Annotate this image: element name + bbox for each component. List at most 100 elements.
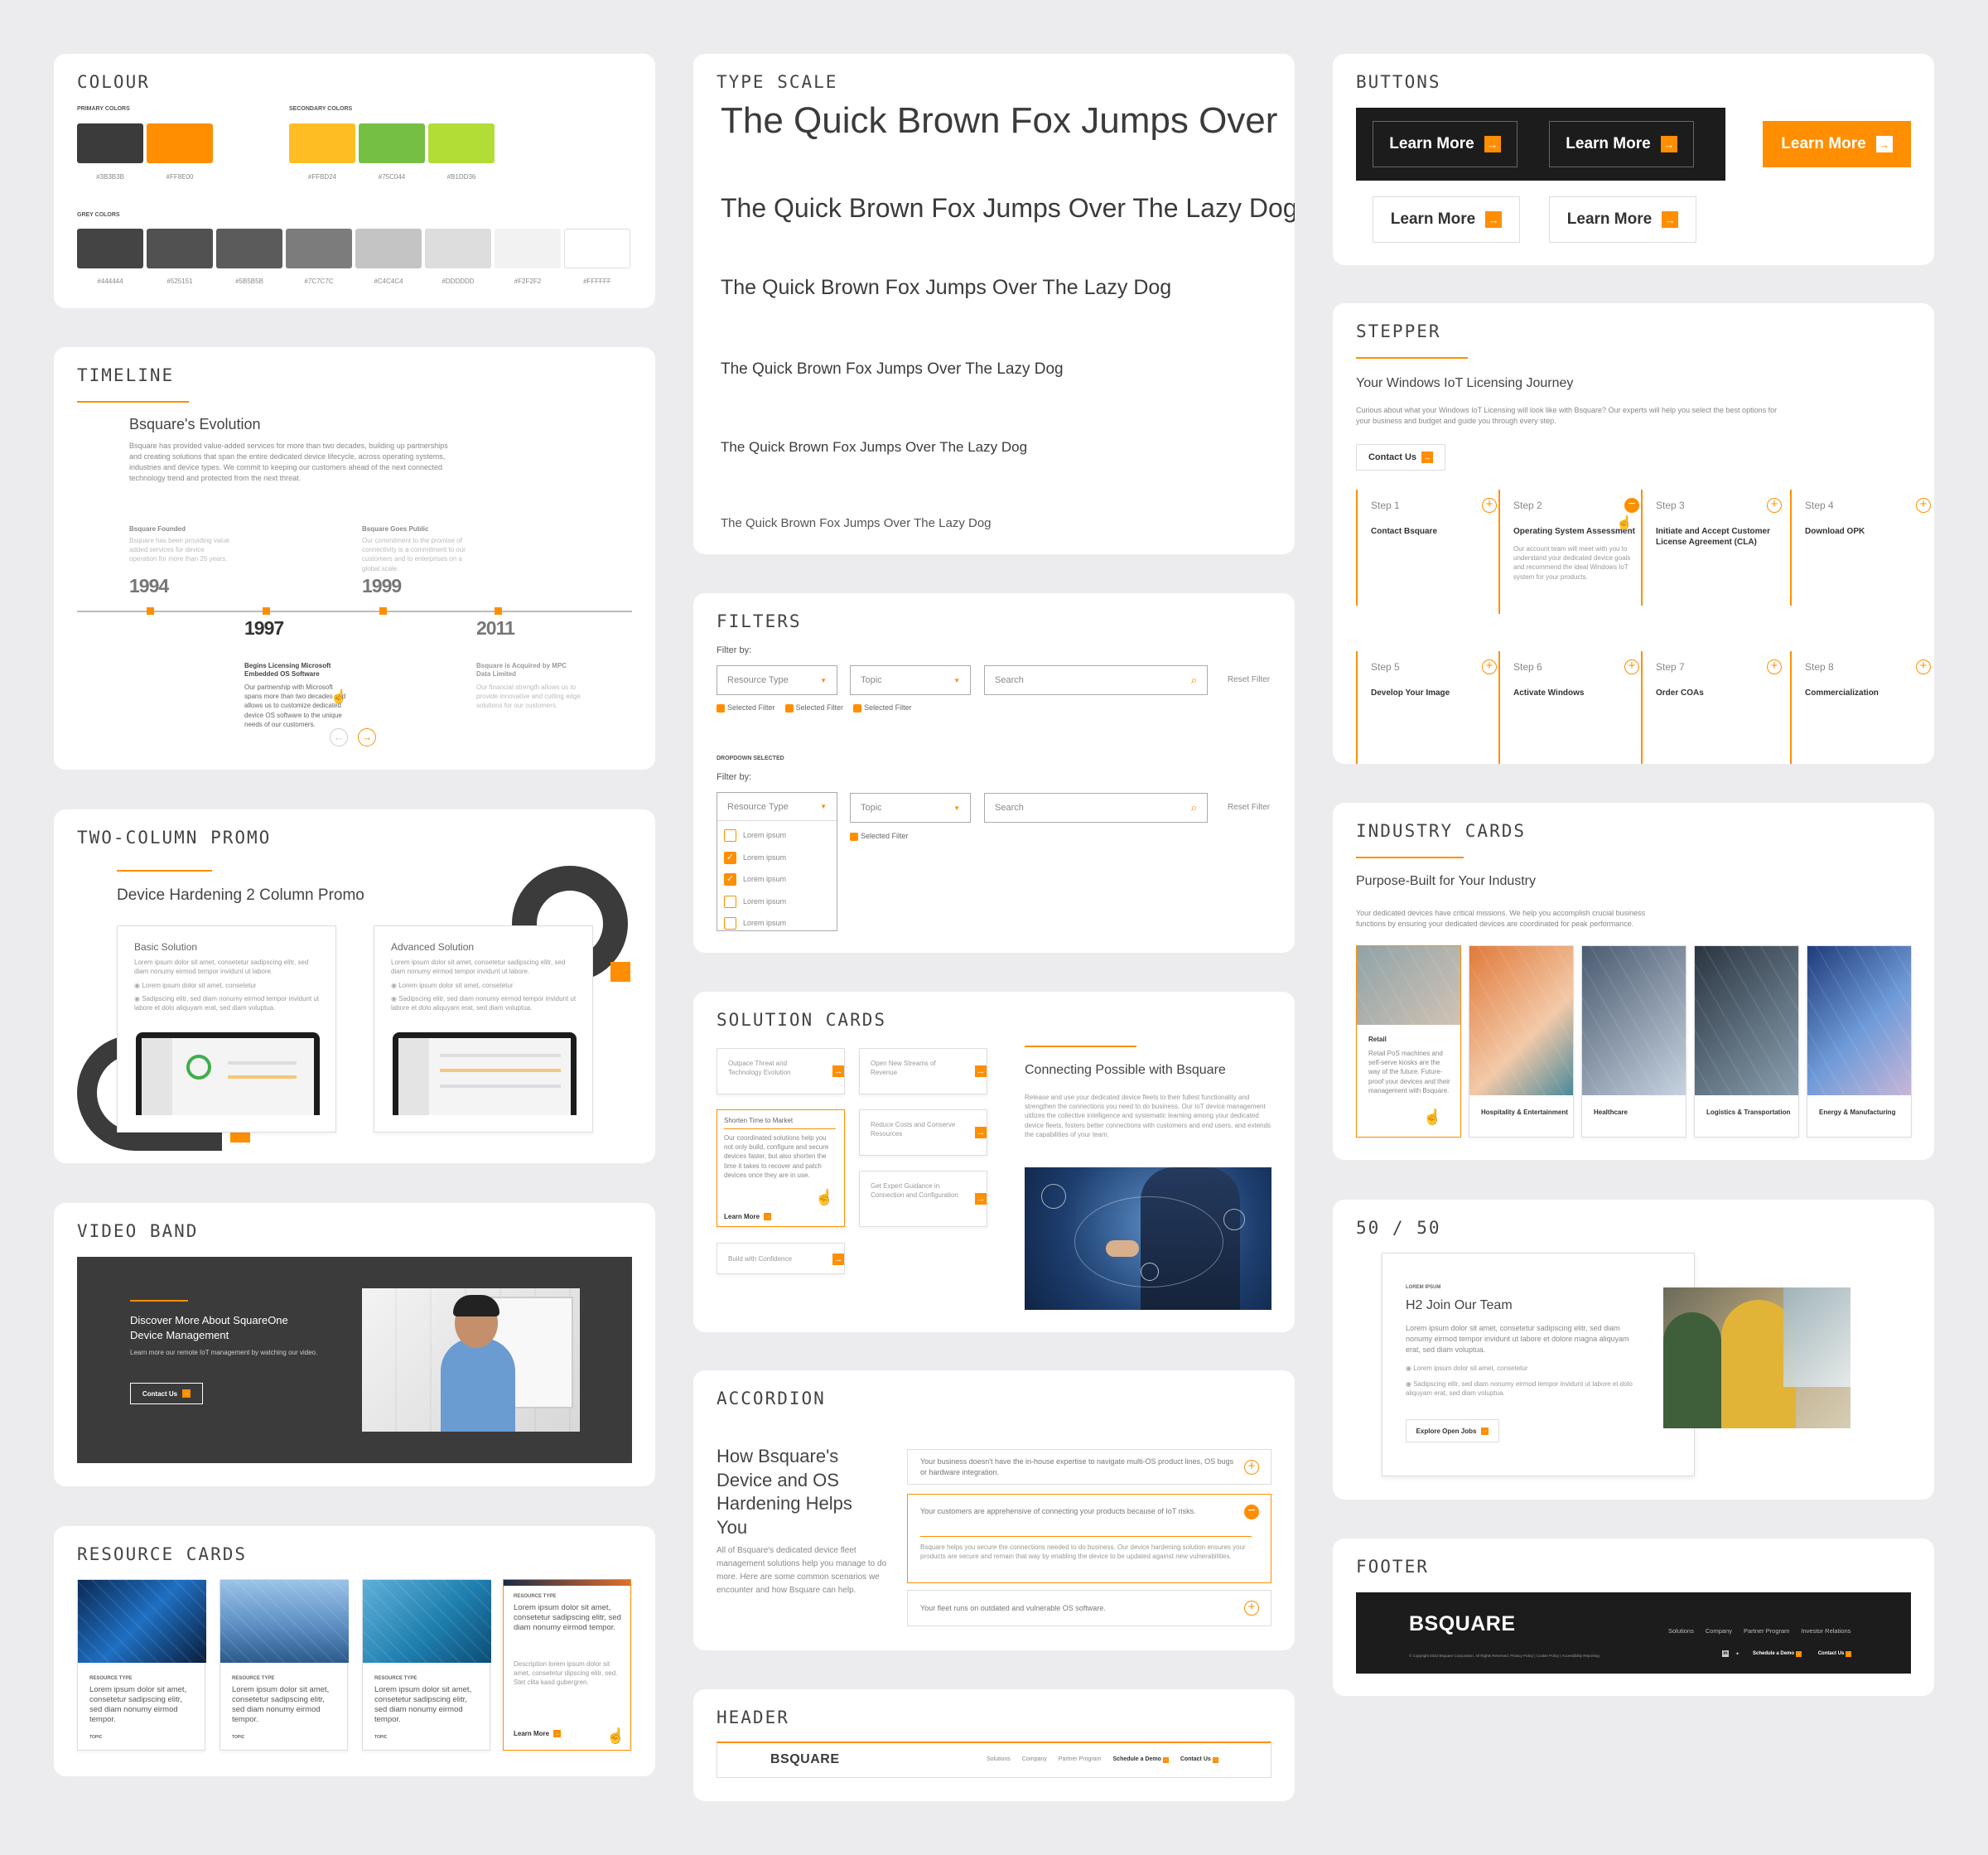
learn-more-button-light-hover[interactable]: Learn More →: [1549, 196, 1696, 243]
prev-arrow-icon[interactable]: ←: [330, 728, 348, 746]
next-arrow-icon[interactable]: →: [358, 728, 376, 746]
search-input[interactable]: Search ⌕: [984, 793, 1208, 823]
industry-card[interactable]: Logistics & Transportation: [1694, 945, 1799, 1138]
solution-card[interactable]: Reduce Costs and Conserve Resources →: [859, 1109, 987, 1156]
reset-filter-link[interactable]: Reset Filter: [1228, 675, 1270, 684]
industry-image: [1582, 946, 1686, 1095]
nav-link[interactable]: Solutions: [987, 1756, 1011, 1763]
video-thumbnail[interactable]: [362, 1288, 580, 1432]
stepper-text: Curious about what your Windows IoT Lice…: [1356, 406, 1778, 426]
dropdown-option[interactable]: Lorem ipsum: [724, 824, 830, 847]
reset-filter-link[interactable]: Reset Filter: [1228, 803, 1270, 812]
resource-type-dropdown[interactable]: Resource Type ▼: [717, 665, 837, 695]
accordion-item[interactable]: Your fleet runs on outdated and vulnerab…: [907, 1590, 1271, 1626]
resource-card[interactable]: RESOURCE TYPE Lorem ipsum dolor sit amet…: [77, 1579, 206, 1751]
arrow-icon: →: [1481, 1427, 1489, 1435]
schedule-demo-link[interactable]: Schedule a Demo →: [1113, 1756, 1169, 1763]
dropdown-option[interactable]: ✓ Lorem ipsum: [724, 847, 830, 869]
stepper-step[interactable]: Step 3 Initiate and Accept Customer Lice…: [1641, 490, 1782, 606]
timeline-marker[interactable]: [495, 607, 502, 615]
selected-filter-chip[interactable]: Selected Filter: [850, 832, 909, 841]
section-title: HEADER: [717, 1708, 789, 1727]
chip-label: Selected Filter: [727, 703, 775, 712]
learn-more-button-dark[interactable]: Learn More →: [1549, 121, 1694, 167]
stepper-step[interactable]: Step 7 Order COAs +: [1641, 651, 1782, 764]
industry-card[interactable]: Retail Retail PoS machines and self-serv…: [1356, 945, 1461, 1138]
nav-link[interactable]: Company: [1706, 1627, 1732, 1635]
solution-card[interactable]: Open New Streams of Revenue →: [859, 1048, 987, 1094]
colour-card: COLOUR PRIMARY COLORS SECONDARY COLORS G…: [54, 54, 655, 308]
resource-card[interactable]: RESOURCE TYPE Lorem ipsum dolor sit amet…: [362, 1579, 491, 1751]
timeline-intro: Bsquare has provided value-added service…: [129, 442, 448, 483]
type-sample-6: The Quick Brown Fox Jumps Over The Lazy …: [721, 516, 992, 530]
stepper-step[interactable]: Step 2 Operating System Assessment Our a…: [1498, 490, 1639, 614]
solution-card[interactable]: Get Expert Guidance in Connection and Co…: [859, 1171, 987, 1227]
learn-more-link[interactable]: Learn More →: [724, 1213, 772, 1220]
solution-card[interactable]: Outpace Threat and Technology Evolution →: [717, 1048, 845, 1094]
search-input[interactable]: Search ⌕: [984, 665, 1208, 695]
search-icon: ⌕: [1190, 674, 1197, 686]
color-swatch: [77, 123, 143, 163]
resource-card[interactable]: RESOURCE TYPE Lorem ipsum dolor sit amet…: [220, 1579, 349, 1751]
learn-more-button-dark-hover[interactable]: Learn More →: [1373, 121, 1518, 167]
arrow-icon: →: [1795, 1650, 1802, 1657]
stepper-step[interactable]: Step 5 Develop Your Image +: [1356, 651, 1497, 764]
learn-more-link[interactable]: Learn More →: [514, 1730, 562, 1737]
linkedin-icon[interactable]: in: [1722, 1650, 1729, 1657]
industry-card[interactable]: Energy & Manufacturing: [1807, 945, 1912, 1138]
schedule-demo-link[interactable]: Schedule a Demo →: [1753, 1650, 1802, 1657]
twitter-icon[interactable]: ✦: [1735, 1651, 1740, 1657]
contact-link[interactable]: Contact Us →: [1818, 1650, 1852, 1657]
arrow-icon: →: [832, 1254, 844, 1265]
resource-topic: TOPIC: [89, 1735, 103, 1740]
logo[interactable]: BSQUARE: [770, 1752, 840, 1767]
nav-link[interactable]: Investor Relations: [1801, 1627, 1850, 1635]
topic-dropdown[interactable]: Topic ▼: [850, 665, 971, 695]
nav-link[interactable]: Solutions: [1668, 1627, 1694, 1635]
industry-card[interactable]: Healthcare: [1581, 945, 1686, 1138]
dropdown-option[interactable]: ✓ Lorem ipsum: [724, 868, 830, 891]
accordion-item-open[interactable]: Your customers are apprehensive of conne…: [907, 1494, 1271, 1583]
nav-link[interactable]: Company: [1022, 1756, 1047, 1763]
topic-dropdown[interactable]: Topic ▼: [850, 793, 971, 823]
promo-column-title: Advanced Solution: [391, 941, 475, 953]
stepper-step[interactable]: Step 8 Commercialization +: [1790, 651, 1931, 764]
stepper-step[interactable]: Step 4 Download OPK +: [1790, 490, 1931, 606]
contact-us-button[interactable]: Contact Us →: [1356, 444, 1445, 471]
buttons-card: BUTTONS Learn More → Learn More → Learn Mo…: [1333, 54, 1934, 265]
contact-us-button[interactable]: Contact Us →: [130, 1383, 203, 1404]
accordion-item[interactable]: Your business doesn't have the in-house …: [907, 1449, 1271, 1485]
timeline-marker[interactable]: [147, 607, 154, 615]
resource-card-hover[interactable]: RESOURCE TYPE Lorem ipsum dolor sit amet…: [503, 1579, 631, 1751]
solution-card-label: Shorten Time to Market: [724, 1117, 794, 1124]
resource-type-dropdown-open[interactable]: Resource Type ▼ Lorem ipsum ✓ Lorem ipsum …: [717, 792, 837, 931]
solution-text: Release and use your dedicated device fl…: [1025, 1094, 1271, 1138]
timeline-marker[interactable]: [263, 607, 270, 615]
arrow-icon: →: [182, 1389, 191, 1398]
nav-link[interactable]: Partner Program: [1744, 1627, 1789, 1635]
step-desc: Our account team will meet with you to u…: [1513, 545, 1631, 581]
eyebrow: LOREM IPSUM: [1406, 1285, 1441, 1290]
contact-link[interactable]: Contact Us →: [1180, 1756, 1218, 1763]
nav-link[interactable]: Partner Program: [1059, 1756, 1102, 1763]
learn-more-button-light[interactable]: Learn More →: [1373, 196, 1520, 243]
industry-card[interactable]: Hospitality & Entertainment: [1469, 945, 1574, 1138]
dropdown-option[interactable]: Lorem ipsum: [724, 912, 830, 935]
industry-heading: Purpose-Built for Your Industry: [1356, 874, 1537, 888]
learn-more-button-primary[interactable]: Learn More →: [1763, 121, 1911, 167]
timeline-marker[interactable]: [379, 607, 387, 615]
logo[interactable]: BSQUARE: [1409, 1612, 1516, 1636]
section-title: SOLUTION CARDS: [717, 1010, 887, 1030]
selected-filter-chip[interactable]: Selected Filter: [784, 703, 843, 713]
stepper-step[interactable]: Step 1 Contact Bsquare +: [1356, 490, 1497, 606]
solution-card[interactable]: Build with Confidence →: [717, 1243, 845, 1274]
solution-card-expanded[interactable]: Shorten Time to Market Our coordinated s…: [717, 1109, 845, 1227]
selected-filter-chip[interactable]: Selected Filter: [853, 703, 912, 713]
stepper-step[interactable]: Step 6 Activate Windows +: [1498, 651, 1639, 764]
explore-jobs-button[interactable]: Explore Open Jobs →: [1406, 1419, 1499, 1442]
video-band: Discover More About SquareOne Device Man…: [77, 1257, 632, 1463]
dropdown-label: Resource Type: [727, 801, 789, 812]
section-title: TYPE SCALE: [717, 72, 838, 92]
dropdown-option[interactable]: Lorem ipsum: [724, 891, 830, 913]
selected-filter-chip[interactable]: Selected Filter: [717, 703, 775, 713]
